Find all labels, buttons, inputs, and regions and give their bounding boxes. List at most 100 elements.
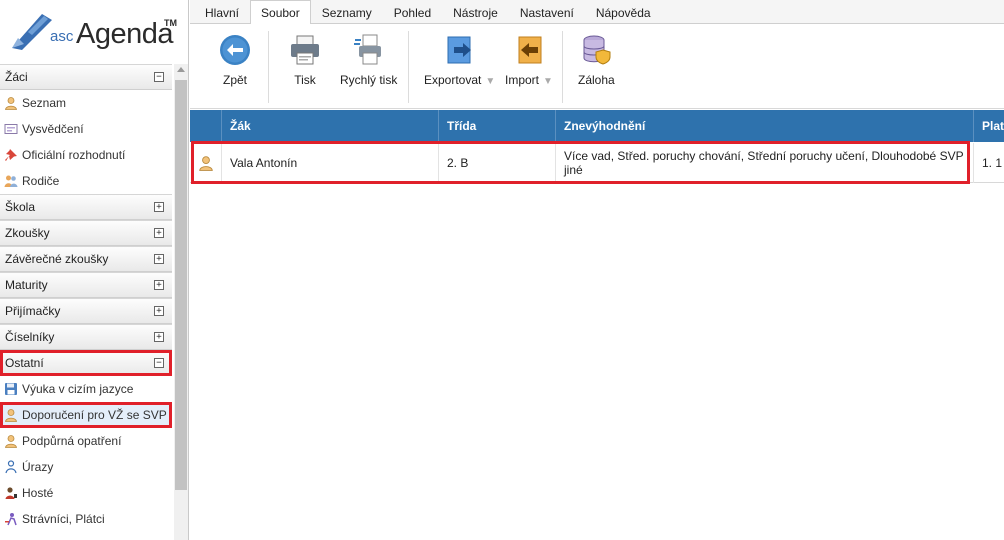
- dropdown-arrow-icon[interactable]: ▼: [485, 76, 495, 87]
- column-header-class[interactable]: Třída: [439, 110, 556, 142]
- section-title: Žáci: [5, 70, 28, 84]
- column-header-icon: [190, 110, 222, 142]
- logo-prefix: asc: [50, 28, 74, 45]
- person-icon: [198, 156, 213, 171]
- import-label: Import ▼: [505, 73, 553, 87]
- person-icon: [5, 435, 17, 448]
- pen-logo-icon: [12, 14, 52, 50]
- print-button[interactable]: Tisk: [288, 33, 322, 99]
- logo-name: Agenda: [76, 18, 174, 50]
- expand-icon[interactable]: +: [154, 202, 164, 212]
- collapse-icon[interactable]: −: [154, 72, 164, 82]
- menu-bar: Hlavní Soubor Seznamy Pohled Nástroje Na…: [190, 0, 1004, 24]
- quick-print-button[interactable]: Rychlý tisk: [340, 33, 397, 99]
- section-prijimacky[interactable]: Přijímačky +: [0, 298, 172, 324]
- section-zaci[interactable]: Žáci −: [0, 64, 172, 90]
- section-title: Závěrečné zkoušky: [5, 252, 109, 266]
- certificate-icon: [4, 124, 18, 134]
- sidebar-item-hoste[interactable]: Hosté: [0, 480, 172, 506]
- expand-icon[interactable]: +: [154, 254, 164, 264]
- section-title: Ostatní: [5, 356, 44, 370]
- sidebar-item-label: Strávníci, Plátci: [22, 512, 105, 526]
- toolbar-separator: [562, 31, 563, 103]
- section-zaverecne-zkousky[interactable]: Závěrečné zkoušky +: [0, 246, 172, 272]
- sidebar-item-label: Vysvědčení: [22, 122, 84, 136]
- section-maturity[interactable]: Maturity +: [0, 272, 172, 298]
- tab-soubor[interactable]: Soubor: [250, 0, 311, 24]
- expand-icon[interactable]: +: [154, 306, 164, 316]
- export-label: Exportovat ▼: [424, 73, 496, 87]
- import-icon: [518, 36, 542, 64]
- import-button[interactable]: Import ▼: [505, 33, 553, 99]
- tab-napoveda[interactable]: Nápověda: [585, 1, 662, 23]
- section-title: Přijímačky: [5, 304, 61, 318]
- section-title: Maturity: [5, 278, 48, 292]
- sidebar-item-label: Doporučení pro VŽ se SVP: [22, 408, 167, 422]
- tab-nastroje[interactable]: Nástroje: [442, 1, 509, 23]
- sidebar-item-label: Výuka v cizím jazyce: [22, 382, 134, 396]
- sidebar-item-vysvedceni[interactable]: Vysvědčení: [0, 116, 172, 142]
- dropdown-arrow-icon[interactable]: ▼: [543, 76, 553, 87]
- scrollbar-thumb[interactable]: [175, 80, 187, 490]
- print-label: Tisk: [294, 73, 316, 87]
- sidebar: asc Agenda TM Žáci − Seznam Vysvědčení O…: [0, 0, 189, 540]
- sidebar-item-vyuka-v-cizim-jazyce[interactable]: Výuka v cizím jazyce: [0, 376, 172, 402]
- quick-print-icon: [353, 34, 381, 65]
- expand-icon[interactable]: +: [154, 280, 164, 290]
- data-grid: Žák Třída Znevýhodnění Plat Vala Antonín…: [190, 110, 1004, 540]
- sidebar-item-urazy[interactable]: Úrazy: [0, 454, 172, 480]
- tab-nastaveni[interactable]: Nastavení: [509, 1, 585, 23]
- backup-button[interactable]: Záloha: [578, 33, 615, 99]
- back-arrow-icon: [220, 35, 250, 65]
- column-header-plat[interactable]: Plat: [974, 110, 1004, 142]
- collapse-icon[interactable]: −: [154, 358, 164, 368]
- toolbar: Zpět Tisk Rychlý tisk Exportovat ▼ Impor…: [190, 25, 1004, 109]
- section-zkousky[interactable]: Zkoušky +: [0, 220, 172, 246]
- back-button[interactable]: Zpět: [218, 33, 252, 99]
- tab-seznamy[interactable]: Seznamy: [311, 1, 383, 23]
- sidebar-item-doporuceni-pro-vz-se-svp[interactable]: Doporučení pro VŽ se SVP: [0, 402, 172, 428]
- scroll-up-icon[interactable]: [177, 67, 185, 72]
- cell-class: 2. B: [439, 143, 556, 183]
- sidebar-scrollbar[interactable]: [174, 64, 188, 540]
- grid-header: Žák Třída Znevýhodnění Plat: [190, 110, 1004, 142]
- person-icon: [5, 97, 17, 110]
- section-ciselniky[interactable]: Číselníky +: [0, 324, 172, 350]
- sidebar-item-oficialni-rozhodnuti[interactable]: Oficiální rozhodnutí: [0, 142, 172, 168]
- app-window: asc Agenda TM Žáci − Seznam Vysvědčení O…: [0, 0, 1004, 540]
- person-icon: [5, 409, 17, 422]
- table-row[interactable]: Vala Antonín 2. B Více vad, Střed. poruc…: [190, 143, 1004, 183]
- sidebar-item-seznam[interactable]: Seznam: [0, 90, 172, 116]
- toolbar-separator: [408, 31, 409, 103]
- tab-hlavni[interactable]: Hlavní: [194, 1, 250, 23]
- cell-plat: 1. 1: [982, 156, 1003, 170]
- floppy-icon: [5, 383, 17, 395]
- sidebar-item-label: Úrazy: [22, 460, 54, 474]
- section-ostatni[interactable]: Ostatní −: [0, 350, 172, 376]
- quick-print-label: Rychlý tisk: [340, 73, 398, 87]
- toolbar-separator: [268, 31, 269, 103]
- sidebar-item-rodice[interactable]: Rodiče: [0, 168, 172, 194]
- export-icon: [447, 36, 471, 64]
- section-title: Škola: [5, 200, 36, 214]
- tab-pohled[interactable]: Pohled: [383, 1, 442, 23]
- injury-icon: [5, 460, 17, 474]
- diner-icon: [5, 513, 17, 526]
- sidebar-item-stravnici-platci[interactable]: Strávníci, Plátci: [0, 506, 172, 532]
- column-header-student[interactable]: Žák: [222, 110, 439, 142]
- column-header-disadvantage[interactable]: Znevýhodnění: [556, 110, 974, 142]
- sidebar-nav: Žáci − Seznam Vysvědčení Oficiální rozho…: [0, 64, 172, 532]
- export-button[interactable]: Exportovat ▼: [424, 33, 495, 99]
- sidebar-item-label: Rodiče: [22, 174, 60, 188]
- sidebar-item-podpurna-opatreni[interactable]: Podpůrná opatření: [0, 428, 172, 454]
- sidebar-item-label: Podpůrná opatření: [22, 434, 122, 448]
- printer-icon: [291, 35, 319, 65]
- expand-icon[interactable]: +: [154, 332, 164, 342]
- expand-icon[interactable]: +: [154, 228, 164, 238]
- sidebar-item-label: Oficiální rozhodnutí: [22, 148, 126, 162]
- backup-label: Záloha: [578, 73, 615, 87]
- sidebar-item-label: Hosté: [22, 486, 54, 500]
- parents-icon: [4, 175, 18, 187]
- section-skola[interactable]: Škola +: [0, 194, 172, 220]
- app-logo: asc Agenda TM: [8, 6, 180, 54]
